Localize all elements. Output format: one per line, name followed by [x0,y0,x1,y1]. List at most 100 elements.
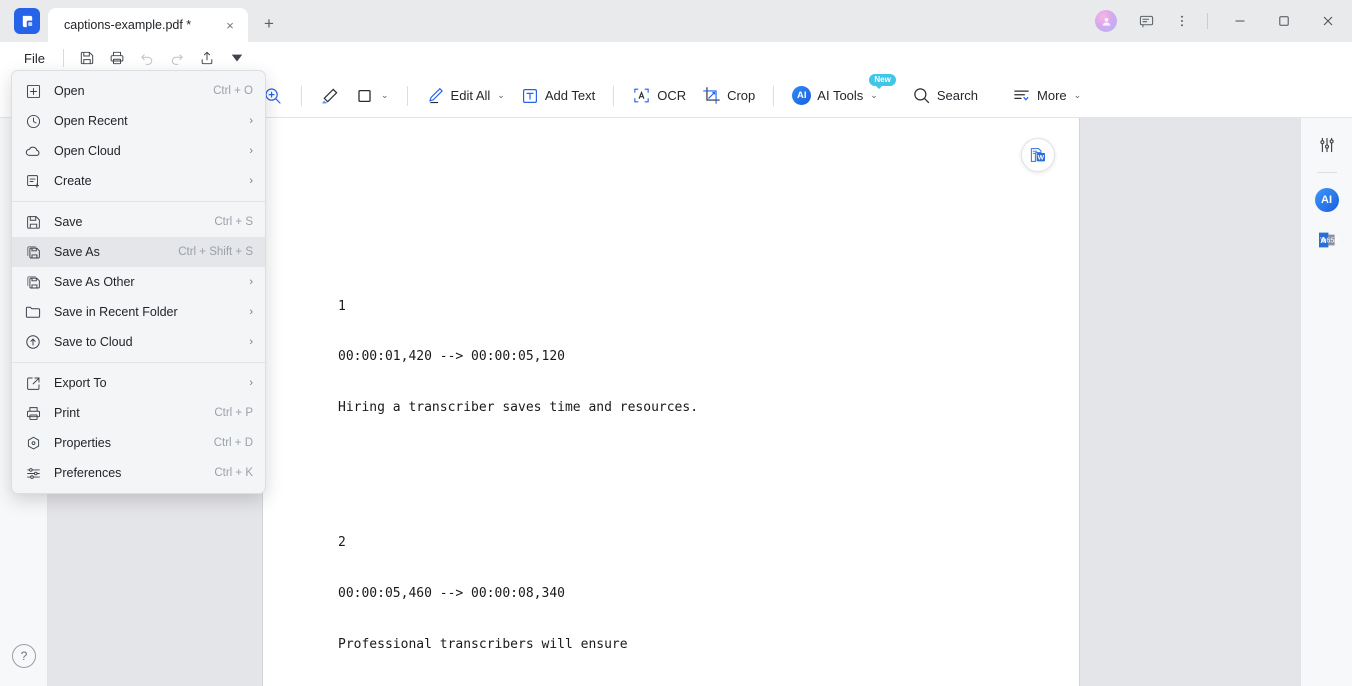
cue-text: Professional transcribers will ensure [338,636,628,652]
document-tab[interactable]: captions-example.pdf * × [48,8,248,42]
shape-button[interactable]: ⌄ [348,81,397,111]
divider [406,85,408,106]
menu-item-save-as-other[interactable]: Save As Other › [12,267,265,297]
menu-item-export-to[interactable]: Export To › [12,368,265,398]
crop-button[interactable]: Crop [694,81,763,111]
divider [613,85,615,106]
menu-item-shortcut: Ctrl + S [214,216,253,228]
menu-item-shortcut: Ctrl + Shift + S [178,246,253,258]
minimize-button[interactable] [1218,0,1262,42]
menu-item-label: Save in Recent Folder [54,305,178,319]
more-label: More [1037,88,1067,103]
menu-item-properties[interactable]: Properties Ctrl + D [12,428,265,458]
menu-item-label: Print [54,406,80,420]
menu-item-save-in-recent-folder[interactable]: Save in Recent Folder › [12,297,265,327]
divider [1316,172,1337,173]
highlight-button[interactable] [312,81,348,111]
translate-icon: A \u6587 [1316,229,1338,251]
menu-item-open[interactable]: Open Ctrl + O [12,76,265,106]
convert-to-word-button[interactable]: W [1021,138,1055,172]
menu-item-shortcut: Ctrl + O [213,85,253,97]
search-button[interactable]: Search [904,81,986,111]
print-icon[interactable] [102,44,132,72]
file-menu-button[interactable]: File [14,48,55,69]
svg-text:W: W [1038,154,1045,161]
add-text-button[interactable]: Add Text [513,81,603,111]
crop-icon [702,86,721,105]
divider [773,85,775,106]
chevron-down-icon: ⌄ [1073,90,1082,100]
chevron-right-icon: › [249,175,253,187]
menu-item-label: Open Cloud [54,144,121,158]
save-icon[interactable] [72,44,102,72]
menu-item-open-cloud[interactable]: Open Cloud › [12,136,265,166]
title-bar: captions-example.pdf * × + [0,0,1352,42]
more-list-icon [1012,86,1031,105]
divider [62,49,64,67]
pdf-editor-window: captions-example.pdf * × + File ⌄ Edit A… [0,0,1352,686]
create-doc-icon [22,170,44,192]
menu-divider [12,201,265,202]
more-button[interactable]: More ⌄ [1004,81,1089,111]
tab-title: captions-example.pdf * [64,18,192,32]
chevron-right-icon: › [249,276,253,288]
close-button[interactable] [1306,0,1350,42]
ocr-button[interactable]: OCR [624,81,694,111]
menu-item-print[interactable]: Print Ctrl + P [12,398,265,428]
pdf-page: 1 00:00:01,420 --> 00:00:05,120 Hiring a… [263,118,1079,686]
cue-timecode: 00:00:05,460 --> 00:00:08,340 [338,585,565,601]
chevron-right-icon: › [249,115,253,127]
menu-divider [12,362,265,363]
cue-timecode: 00:00:01,420 --> 00:00:05,120 [338,349,565,365]
menu-item-save-to-cloud[interactable]: Save to Cloud › [12,327,265,357]
menu-item-label: Properties [54,436,111,450]
menu-item-label: Open [54,84,85,98]
subtitle-cue: 1 00:00:01,420 --> 00:00:05,120 Hiring a… [338,265,1079,451]
more-vertical-icon[interactable] [1167,6,1197,36]
menu-item-save[interactable]: Save Ctrl + S [12,207,265,237]
menu-item-label: Save to Cloud [54,335,133,349]
menu-item-preferences[interactable]: Preferences Ctrl + K [12,458,265,488]
subtitle-cue: 2 00:00:05,460 --> 00:00:08,340 Professi… [338,501,1079,686]
svg-text:\u6587: \u6587 [1320,235,1338,244]
divider [1207,13,1208,29]
edit-all-button[interactable]: Edit All ⌄ [418,81,513,111]
cue-index: 2 [338,535,346,551]
menu-item-create[interactable]: Create › [12,166,265,196]
preferences-icon [22,462,44,484]
pdfelement-logo [14,8,40,34]
avatar[interactable] [1095,10,1117,32]
convert-to-word-icon: W [1028,145,1048,165]
undo-icon[interactable] [132,44,162,72]
menu-item-save-as[interactable]: Save As Ctrl + Shift + S [12,237,265,267]
panel-translate-button[interactable]: A \u6587 [1312,225,1342,255]
edit-all-label: Edit All [450,88,491,103]
file-dropdown-menu: Open Ctrl + O Open Recent › Open Cloud › [11,70,266,494]
chevron-right-icon: › [249,377,253,389]
menu-item-label: Export To [54,376,107,390]
customize-dropdown-icon[interactable] [222,44,252,72]
panel-properties-button[interactable] [1312,130,1342,160]
crop-label: Crop [727,88,756,103]
feedback-icon[interactable] [1131,6,1161,36]
menu-item-shortcut: Ctrl + P [214,407,253,419]
folder-icon [22,301,44,323]
chevron-right-icon: › [249,306,253,318]
new-tab-button[interactable]: + [254,9,284,39]
save-as-other-icon [22,271,44,293]
close-icon[interactable]: × [220,15,240,35]
redo-icon[interactable] [162,44,192,72]
ai-tools-label: AI Tools [817,88,864,103]
edit-pencil-icon [426,86,445,105]
share-icon[interactable] [192,44,222,72]
panel-ai-button[interactable]: AI [1312,185,1342,215]
help-button[interactable]: ? [12,644,36,668]
maximize-button[interactable] [1262,0,1306,42]
menu-item-open-recent[interactable]: Open Recent › [12,106,265,136]
chevron-right-icon: › [249,336,253,348]
chevron-down-icon: ⌄ [870,90,878,100]
chevron-right-icon: › [249,145,253,157]
ai-icon: AI [792,86,812,105]
chevron-down-icon: ⌄ [497,90,505,100]
ai-tools-button[interactable]: AI AI Tools ⌄ New [784,73,896,111]
